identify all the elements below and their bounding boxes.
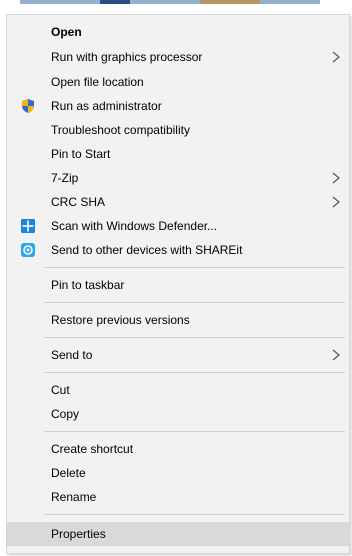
menu-item-cut[interactable]: Cut xyxy=(7,378,349,402)
chevron-right-icon xyxy=(332,196,340,208)
menu-item-7zip[interactable]: 7-Zip xyxy=(7,166,349,190)
menu-item-label: Open file location xyxy=(51,75,144,89)
menu-item-open[interactable]: Open xyxy=(7,20,349,44)
menu-item-label: Copy xyxy=(51,407,80,421)
menu-item-send-to[interactable]: Send to xyxy=(7,343,349,367)
menu-separator xyxy=(44,337,345,338)
menu-item-create-shortcut[interactable]: Create shortcut xyxy=(7,437,349,461)
menu-item-label: Troubleshoot compatibility xyxy=(51,123,190,137)
menu-item-copy[interactable]: Copy xyxy=(7,402,349,426)
menu-item-label: Create shortcut xyxy=(51,442,134,456)
chevron-right-icon xyxy=(332,349,340,361)
menu-item-pin-to-taskbar[interactable]: Pin to taskbar xyxy=(7,273,349,297)
menu-item-label: Properties xyxy=(51,527,106,541)
chevron-right-icon xyxy=(332,51,340,63)
context-menu: Open Run with graphics processor Open fi… xyxy=(6,14,350,554)
menu-item-scan-with-windows-defender[interactable]: Scan with Windows Defender... xyxy=(7,214,349,238)
uac-shield-icon xyxy=(22,99,34,113)
menu-item-properties[interactable]: Properties xyxy=(7,522,349,546)
window-top-edge xyxy=(0,0,352,14)
menu-item-label: Run with graphics processor xyxy=(51,50,203,64)
menu-item-rename[interactable]: Rename xyxy=(7,485,349,509)
menu-item-crc-sha[interactable]: CRC SHA xyxy=(7,190,349,214)
menu-separator xyxy=(44,267,345,268)
menu-item-troubleshoot-compatibility[interactable]: Troubleshoot compatibility xyxy=(7,118,349,142)
menu-item-label: Rename xyxy=(51,490,97,504)
menu-item-run-with-graphics-processor[interactable]: Run with graphics processor xyxy=(7,45,349,69)
menu-separator xyxy=(44,302,345,303)
menu-item-label: Delete xyxy=(51,466,86,480)
menu-item-label: Run as administrator xyxy=(51,99,162,113)
menu-item-label: Scan with Windows Defender... xyxy=(51,219,218,233)
menu-item-delete[interactable]: Delete xyxy=(7,461,349,485)
menu-item-label: Pin to taskbar xyxy=(51,278,125,292)
menu-item-label: Cut xyxy=(51,383,70,397)
menu-item-label: 7-Zip xyxy=(51,171,79,185)
shareit-icon xyxy=(21,243,35,257)
menu-item-label: Send to xyxy=(51,348,93,362)
menu-separator xyxy=(44,431,345,432)
menu-separator xyxy=(44,514,345,515)
menu-item-label: Restore previous versions xyxy=(51,313,190,327)
windows-defender-icon xyxy=(21,219,35,233)
chevron-right-icon xyxy=(332,172,340,184)
menu-item-label: CRC SHA xyxy=(51,195,106,209)
menu-item-label: Send to other devices with SHAREit xyxy=(51,243,243,257)
menu-item-pin-to-start[interactable]: Pin to Start xyxy=(7,142,349,166)
menu-item-open-file-location[interactable]: Open file location xyxy=(7,70,349,94)
menu-item-run-as-administrator[interactable]: Run as administrator xyxy=(7,94,349,118)
menu-item-label: Pin to Start xyxy=(51,147,111,161)
menu-item-label: Open xyxy=(51,25,82,39)
menu-item-restore-previous-versions[interactable]: Restore previous versions xyxy=(7,308,349,332)
menu-separator xyxy=(44,372,345,373)
menu-item-send-with-shareit[interactable]: Send to other devices with SHAREit xyxy=(7,238,349,262)
